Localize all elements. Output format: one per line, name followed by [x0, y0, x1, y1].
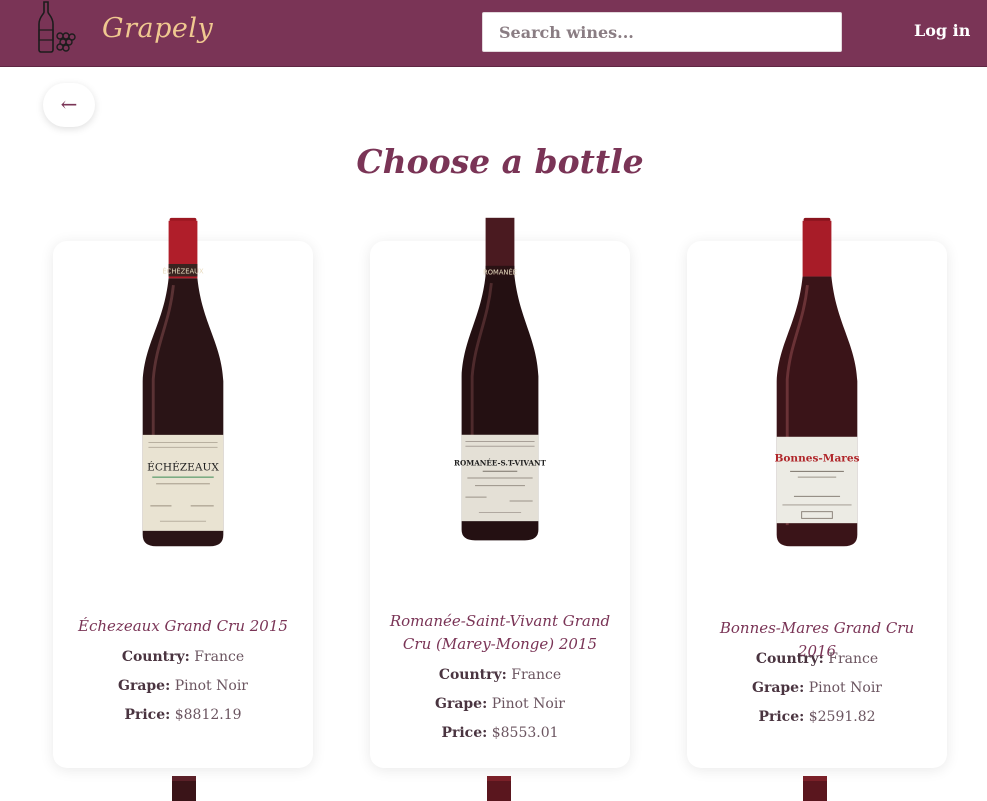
arrow-left-icon: ← [60, 92, 78, 116]
price-label: Price: [758, 709, 805, 725]
brand-name[interactable]: Grapely [102, 13, 213, 44]
country-label: Country: [438, 667, 507, 683]
bottle-label-text: ÉCHÉZEAUX [147, 459, 219, 473]
grape-label: Grape: [117, 678, 171, 694]
wine-price: Price: $8812.19 [53, 707, 313, 723]
search-input[interactable] [482, 12, 842, 52]
country-label: Country: [755, 651, 824, 667]
grape-value: Pinot Noir [808, 680, 882, 696]
navbar: Grapely Log in [0, 0, 987, 67]
price-value: $2591.82 [808, 709, 876, 725]
wine-grape: Grape: Pinot Noir [370, 696, 630, 712]
login-link[interactable]: Log in [914, 21, 970, 40]
wine-grape: Grape: Pinot Noir [687, 680, 947, 696]
price-label: Price: [441, 725, 488, 741]
grape-value: Pinot Noir [174, 678, 248, 694]
wine-bottle-image: Bonnes-Mares [774, 217, 860, 547]
grape-label: Grape: [751, 680, 805, 696]
wine-bottle-grapes-icon[interactable] [33, 0, 77, 54]
page-title: Choose a bottle [356, 142, 644, 181]
wine-bottle-image: ROMANÉE ROMANÉE-S.T-VIVANT [454, 217, 547, 541]
wine-country: Country: France [687, 651, 947, 667]
wine-card[interactable]: Bonnes-Mares Bonnes-Mares Grand Cru 2016… [687, 217, 947, 768]
back-button[interactable]: ← [43, 83, 95, 127]
grape-value: Pinot Noir [491, 696, 565, 712]
wine-bottle-image [803, 776, 827, 801]
price-value: $8553.01 [491, 725, 559, 741]
wine-country: Country: France [53, 649, 313, 665]
bottle-label-text: Bonnes-Mares [774, 453, 859, 465]
wine-name[interactable]: Romanée-Saint-Vivant Grand Cru (Marey-Mo… [370, 610, 630, 656]
wine-price: Price: $8553.01 [370, 725, 630, 741]
wine-country: Country: France [370, 667, 630, 683]
wine-bottle-image: ÉCHÉZEAUX ÉCHÉZEAUX [142, 217, 224, 547]
wine-price: Price: $2591.82 [687, 709, 947, 725]
wine-card[interactable]: ROMANÉE ROMANÉE-S.T-VIVANT Romanée-Saint… [370, 217, 630, 768]
capsule-text: ROMANÉE [483, 267, 517, 276]
country-value: France [828, 651, 879, 667]
wine-grape: Grape: Pinot Noir [53, 678, 313, 694]
country-value: France [194, 649, 245, 665]
grape-label: Grape: [434, 696, 488, 712]
bottle-label-text: ROMANÉE-S.T-VIVANT [454, 458, 547, 467]
wine-name[interactable]: Échezeaux Grand Cru 2015 [53, 615, 313, 638]
capsule-text: ÉCHÉZEAUX [162, 267, 204, 276]
wine-bottle-image [172, 776, 196, 801]
price-label: Price: [124, 707, 171, 723]
country-value: France [511, 667, 562, 683]
wine-bottle-image [487, 776, 511, 801]
price-value: $8812.19 [174, 707, 242, 723]
wine-card[interactable]: ÉCHÉZEAUX ÉCHÉZEAUX Échezeaux Grand Cru … [53, 217, 313, 768]
country-label: Country: [121, 649, 190, 665]
